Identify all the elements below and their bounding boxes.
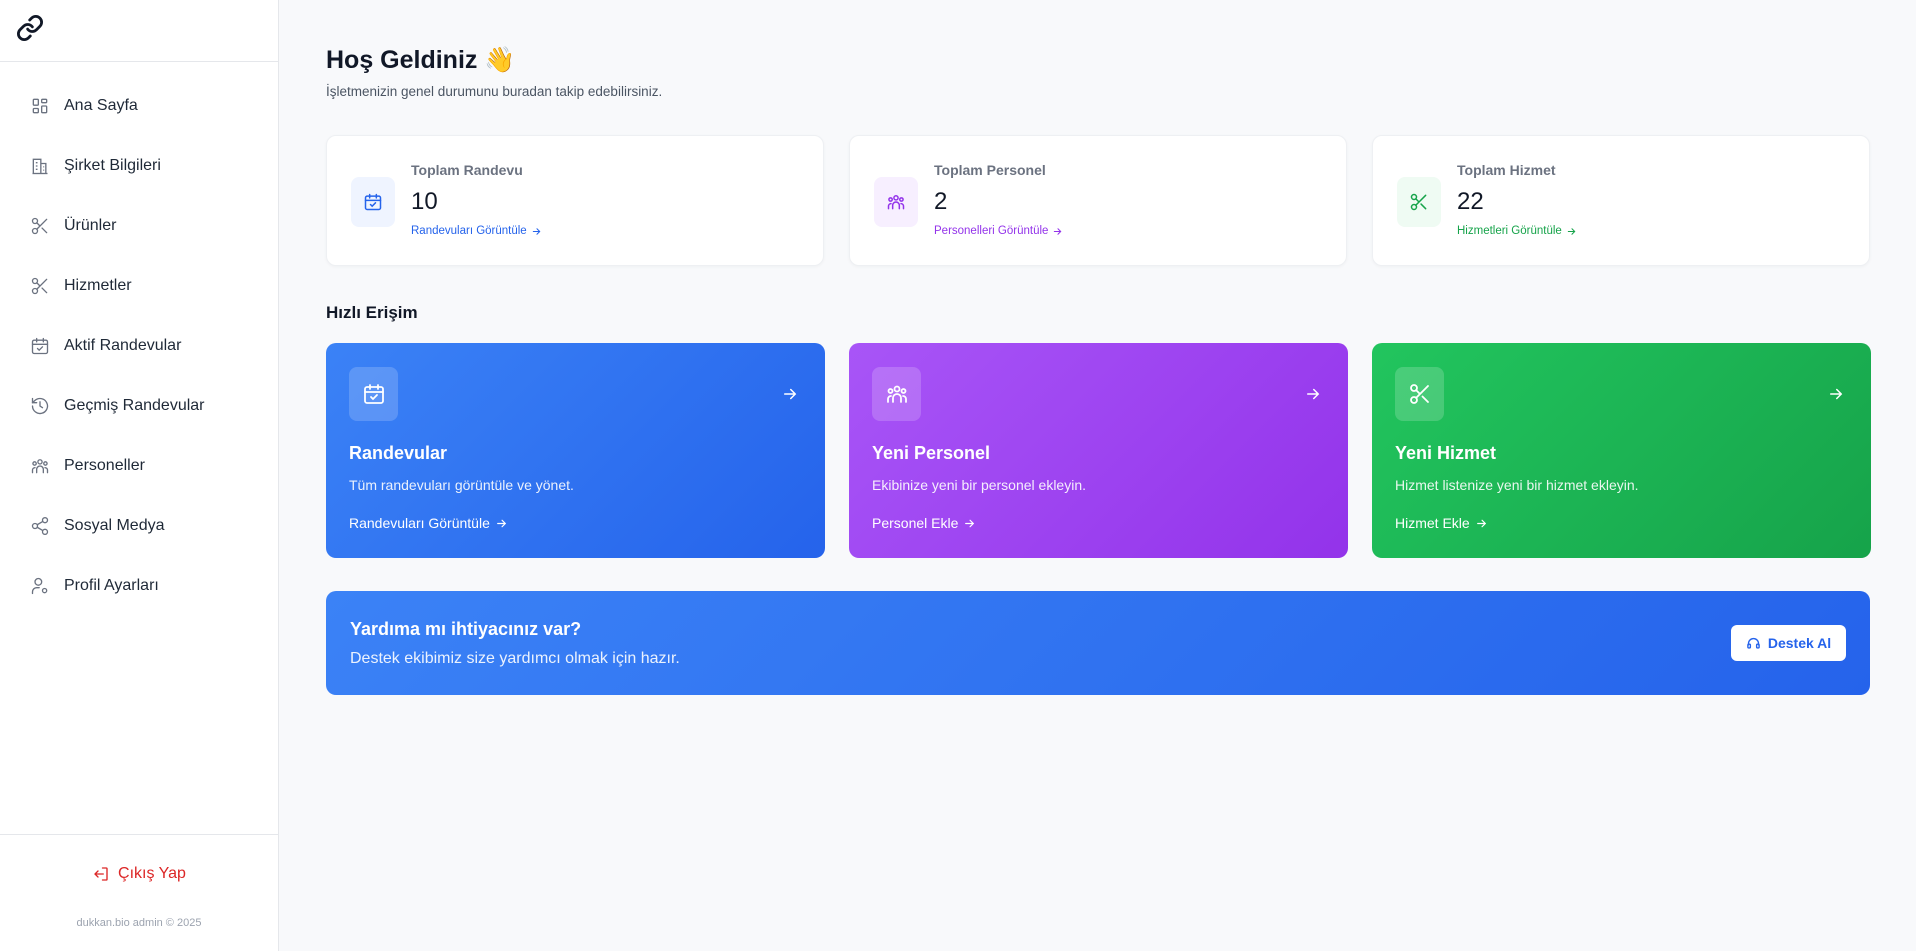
view-staff-link[interactable]: Personelleri Görüntüle bbox=[934, 225, 1063, 237]
calendar-check-icon bbox=[351, 177, 395, 227]
arrow-right-icon bbox=[965, 519, 975, 527]
calendar-check-icon bbox=[349, 367, 398, 421]
card-link-label: Randevuları Görüntüle bbox=[349, 515, 490, 531]
sidebar-item-profil-ayarlari[interactable]: Profil Ayarları bbox=[0, 556, 278, 616]
sidebar-item-label: Şirket Bilgileri bbox=[64, 157, 161, 174]
link-icon[interactable] bbox=[16, 14, 44, 47]
quick-access-card-appointments[interactable]: Randevular Tüm randevuları görüntüle ve … bbox=[326, 343, 825, 558]
stat-card-randevu: Toplam Randevu 10 Randevuları Görüntüle bbox=[326, 135, 824, 266]
card-title: Yeni Personel bbox=[872, 443, 991, 463]
card-title: Randevular bbox=[349, 443, 448, 463]
help-subtitle: Destek ekibimiz size yardımcı olmak için… bbox=[350, 650, 680, 667]
copyright-text: dukkan.bio admin © 2025 bbox=[76, 917, 202, 929]
sidebar-item-sosyal-medya[interactable]: Sosyal Medya bbox=[0, 496, 278, 556]
logo-area bbox=[0, 0, 278, 62]
stat-link-label: Randevuları Görüntüle bbox=[411, 225, 527, 237]
sidebar-item-label: Hizmetler bbox=[64, 277, 132, 294]
share-icon bbox=[30, 516, 50, 536]
add-staff-link[interactable]: Personel Ekle bbox=[872, 515, 976, 531]
history-icon bbox=[30, 396, 50, 416]
arrow-right-icon bbox=[1830, 388, 1843, 400]
sidebar-footer: Çıkış Yap dukkan.bio admin © 2025 bbox=[0, 834, 278, 951]
card-link-label: Hizmet Ekle bbox=[1395, 515, 1470, 531]
arrow-right-icon bbox=[784, 388, 797, 400]
sidebar-item-sirket-bilgileri[interactable]: Şirket Bilgileri bbox=[0, 136, 278, 196]
help-banner: Yardıma mı ihtiyacınız var? Destek ekibi… bbox=[326, 591, 1870, 695]
sidebar-item-label: Sosyal Medya bbox=[64, 517, 165, 534]
view-appointments-link[interactable]: Randevuları Görüntüle bbox=[349, 515, 508, 531]
stat-card-hizmet: Toplam Hizmet 22 Hizmetleri Görüntüle bbox=[1372, 135, 1870, 266]
scissors-icon bbox=[30, 216, 50, 236]
get-support-button[interactable]: Destek Al bbox=[1731, 625, 1846, 661]
scissors-icon bbox=[1397, 177, 1441, 227]
view-appointments-link[interactable]: Randevuları Görüntüle bbox=[411, 225, 542, 237]
sidebar-item-label: Geçmiş Randevular bbox=[64, 397, 205, 414]
quick-access-card-new-service[interactable]: Yeni Hizmet Hizmet listenize yeni bir hi… bbox=[1372, 343, 1871, 558]
stat-value: 10 bbox=[411, 188, 438, 215]
sidebar-item-personeller[interactable]: Personeller bbox=[0, 436, 278, 496]
page-subtitle: İşletmenizin genel durumunu buradan taki… bbox=[326, 84, 663, 99]
sidebar-item-label: Ana Sayfa bbox=[64, 97, 138, 114]
logout-button[interactable]: Çıkış Yap bbox=[0, 865, 278, 883]
card-description: Ekibinize yeni bir personel ekleyin. bbox=[872, 477, 1086, 493]
arrow-right-icon bbox=[1476, 519, 1486, 527]
sidebar: Ana Sayfa Şirket Bilgileri Ürünler Hizme… bbox=[0, 0, 279, 951]
sidebar-item-label: Profil Ayarları bbox=[64, 577, 159, 594]
users-icon bbox=[872, 367, 921, 421]
stat-label: Toplam Randevu bbox=[411, 162, 523, 178]
dashboard-icon bbox=[30, 96, 50, 116]
sidebar-item-gecmis-randevular[interactable]: Geçmiş Randevular bbox=[0, 376, 278, 436]
sidebar-item-urunler[interactable]: Ürünler bbox=[0, 196, 278, 256]
stat-label: Toplam Personel bbox=[934, 162, 1046, 178]
quick-access-title: Hızlı Erişim bbox=[326, 303, 418, 322]
arrow-right-icon bbox=[1054, 227, 1062, 235]
stat-label: Toplam Hizmet bbox=[1457, 162, 1556, 178]
sidebar-item-label: Personeller bbox=[64, 457, 145, 474]
logout-icon bbox=[94, 867, 108, 881]
headset-icon bbox=[1747, 637, 1760, 649]
quick-access-card-new-staff[interactable]: Yeni Personel Ekibinize yeni bir persone… bbox=[849, 343, 1348, 558]
sidebar-item-label: Aktif Randevular bbox=[64, 337, 182, 354]
arrow-right-icon bbox=[496, 519, 507, 527]
sidebar-item-label: Ürünler bbox=[64, 217, 117, 234]
card-link-label: Personel Ekle bbox=[872, 515, 959, 531]
card-description: Hizmet listenize yeni bir hizmet ekleyin… bbox=[1395, 477, 1639, 493]
users-icon bbox=[30, 456, 50, 476]
stat-value: 2 bbox=[934, 188, 948, 215]
sidebar-item-hizmetler[interactable]: Hizmetler bbox=[0, 256, 278, 316]
users-icon bbox=[874, 177, 918, 227]
page-title: Hoş Geldiniz 👋 bbox=[326, 46, 516, 74]
view-services-link[interactable]: Hizmetleri Görüntüle bbox=[1457, 225, 1577, 237]
stat-link-label: Hizmetleri Görüntüle bbox=[1457, 225, 1562, 237]
add-service-link[interactable]: Hizmet Ekle bbox=[1395, 515, 1488, 531]
stat-link-label: Personelleri Görüntüle bbox=[934, 225, 1049, 237]
user-settings-icon bbox=[30, 576, 50, 596]
arrow-right-icon bbox=[1307, 388, 1320, 400]
scissors-icon bbox=[1395, 367, 1444, 421]
logout-label: Çıkış Yap bbox=[118, 865, 186, 882]
stat-value: 22 bbox=[1457, 188, 1484, 215]
card-description: Tüm randevuları görüntüle ve yönet. bbox=[349, 477, 574, 493]
sidebar-item-ana-sayfa[interactable]: Ana Sayfa bbox=[0, 76, 278, 136]
calendar-check-icon bbox=[30, 336, 50, 356]
card-title: Yeni Hizmet bbox=[1395, 443, 1497, 463]
arrow-right-icon bbox=[1567, 227, 1576, 235]
sidebar-item-aktif-randevular[interactable]: Aktif Randevular bbox=[0, 316, 278, 376]
arrow-right-icon bbox=[532, 227, 541, 235]
stat-card-personel: Toplam Personel 2 Personelleri Görüntüle bbox=[849, 135, 1347, 266]
building-icon bbox=[30, 156, 50, 176]
help-title: Yardıma mı ihtiyacınız var? bbox=[350, 619, 582, 639]
sidebar-nav: Ana Sayfa Şirket Bilgileri Ürünler Hizme… bbox=[0, 62, 278, 616]
support-button-label: Destek Al bbox=[1767, 635, 1832, 651]
scissors-icon bbox=[30, 276, 50, 296]
